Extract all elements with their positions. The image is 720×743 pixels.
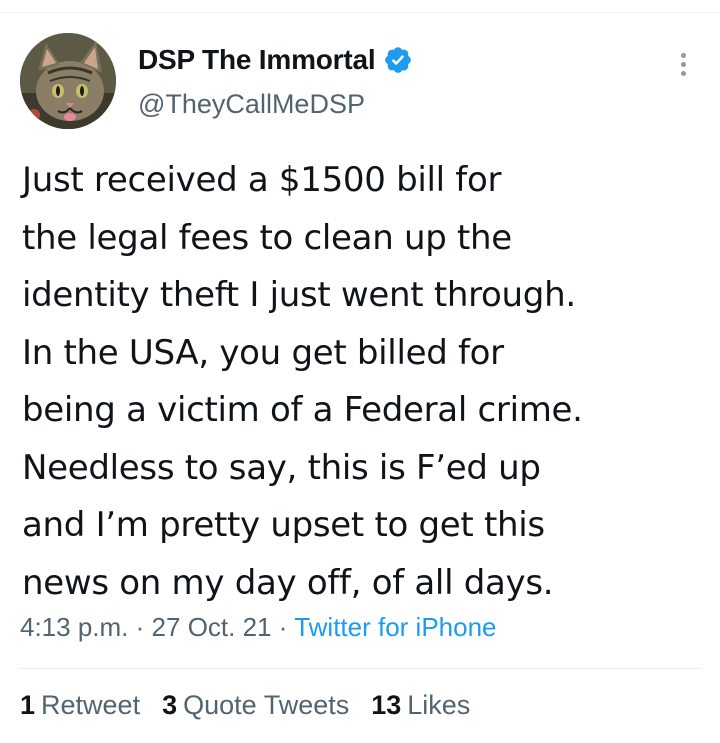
- likes-label: Likes: [407, 690, 471, 720]
- cat-avatar-icon: [20, 33, 116, 129]
- tweet-header: DSP The Immortal @TheyCallMeDSP: [20, 33, 700, 133]
- tweet-source-link[interactable]: Twitter for iPhone: [294, 612, 496, 642]
- verified-badge-icon: [383, 45, 413, 75]
- tweet-text-line: identity theft I just went through.: [22, 275, 576, 315]
- tweet-text-line: Just received a $1500 bill for: [22, 160, 502, 200]
- tweet-date[interactable]: 27 Oct. 21: [152, 612, 272, 642]
- tweet-time[interactable]: 4:13 p.m.: [20, 612, 128, 642]
- author-block: DSP The Immortal @TheyCallMeDSP: [138, 37, 413, 120]
- meta-separator: ·: [278, 612, 288, 642]
- tweet-text-line: the legal fees to clean up the: [22, 217, 512, 258]
- more-options-icon[interactable]: [680, 53, 688, 85]
- tweet-meta: 4:13 p.m. · 27 Oct. 21 · Twitter for iPh…: [20, 612, 497, 643]
- display-name-row: DSP The Immortal: [138, 37, 413, 83]
- meta-divider: [20, 668, 700, 669]
- author-handle[interactable]: @TheyCallMeDSP: [138, 89, 413, 120]
- retweets-stat[interactable]: 1 Retweet: [20, 690, 140, 721]
- likes-stat[interactable]: 13 Likes: [371, 690, 470, 721]
- meta-separator: ·: [135, 612, 145, 642]
- quote-tweets-stat[interactable]: 3 Quote Tweets: [162, 690, 349, 721]
- tweet-text-line: news on my day off, of all days.: [22, 562, 554, 603]
- tweet-text-line: and I’m pretty upset to get this: [22, 505, 545, 545]
- tweet-stats: 1 Retweet 3 Quote Tweets 13 Likes: [20, 690, 470, 721]
- tweet-text: Just received a $1500 bill for the legal…: [22, 152, 702, 612]
- retweets-label: Retweet: [41, 690, 141, 720]
- tweet-text-line: In the USA, you get billed for: [22, 332, 504, 373]
- retweets-count: 1: [20, 690, 36, 720]
- tweet-text-line: Needless to say, this is F’ed up: [22, 447, 541, 488]
- quote-tweets-count: 3: [162, 690, 178, 720]
- display-name[interactable]: DSP The Immortal: [138, 44, 376, 76]
- top-divider: [0, 12, 720, 13]
- quote-tweets-label: Quote Tweets: [183, 690, 350, 720]
- tweet-text-line: being a victim of a Federal crime.: [22, 390, 583, 430]
- avatar[interactable]: [20, 33, 116, 129]
- likes-count: 13: [371, 690, 402, 720]
